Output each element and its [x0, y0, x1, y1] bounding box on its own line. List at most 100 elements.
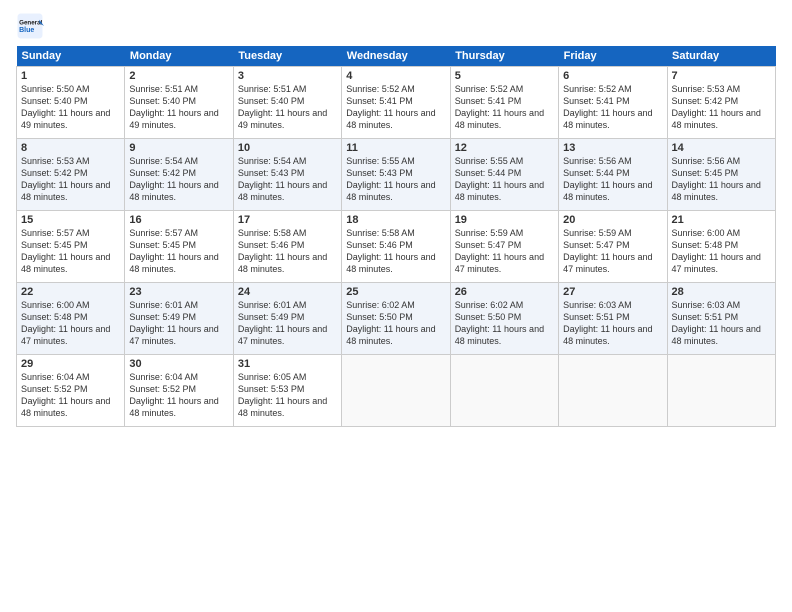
- day-info: Sunrise: 6:03 AM Sunset: 5:51 PM Dayligh…: [563, 299, 662, 348]
- header: General Blue: [16, 12, 776, 40]
- day-number: 18: [346, 214, 445, 226]
- day-number: 5: [455, 70, 554, 82]
- col-header-thursday: Thursday: [450, 46, 558, 67]
- day-cell: 29 Sunrise: 6:04 AM Sunset: 5:52 PM Dayl…: [17, 355, 125, 427]
- svg-text:General: General: [19, 19, 42, 26]
- sunset-label: Sunset: 5:45 PM: [129, 240, 196, 250]
- day-number: 9: [129, 142, 228, 154]
- sunset-label: Sunset: 5:52 PM: [21, 384, 88, 394]
- col-header-friday: Friday: [559, 46, 667, 67]
- day-cell: 7 Sunrise: 5:53 AM Sunset: 5:42 PM Dayli…: [667, 67, 775, 139]
- sunrise-label: Sunrise: 5:58 AM: [238, 228, 307, 238]
- daylight-label: Daylight: 11 hours and 47 minutes.: [455, 252, 544, 274]
- day-number: 30: [129, 358, 228, 370]
- day-info: Sunrise: 6:05 AM Sunset: 5:53 PM Dayligh…: [238, 371, 337, 420]
- sunrise-label: Sunrise: 6:03 AM: [563, 300, 632, 310]
- sunrise-label: Sunrise: 6:00 AM: [672, 228, 741, 238]
- day-cell: 22 Sunrise: 6:00 AM Sunset: 5:48 PM Dayl…: [17, 283, 125, 355]
- daylight-label: Daylight: 11 hours and 48 minutes.: [129, 396, 218, 418]
- day-cell: [559, 355, 667, 427]
- week-row-1: 1 Sunrise: 5:50 AM Sunset: 5:40 PM Dayli…: [17, 67, 776, 139]
- day-cell: 15 Sunrise: 5:57 AM Sunset: 5:45 PM Dayl…: [17, 211, 125, 283]
- day-cell: 25 Sunrise: 6:02 AM Sunset: 5:50 PM Dayl…: [342, 283, 450, 355]
- daylight-label: Daylight: 11 hours and 49 minutes.: [129, 108, 218, 130]
- sunset-label: Sunset: 5:48 PM: [672, 240, 739, 250]
- sunrise-label: Sunrise: 5:54 AM: [238, 156, 307, 166]
- day-info: Sunrise: 5:50 AM Sunset: 5:40 PM Dayligh…: [21, 83, 120, 132]
- sunset-label: Sunset: 5:43 PM: [346, 168, 413, 178]
- day-cell: 27 Sunrise: 6:03 AM Sunset: 5:51 PM Dayl…: [559, 283, 667, 355]
- day-cell: 24 Sunrise: 6:01 AM Sunset: 5:49 PM Dayl…: [233, 283, 341, 355]
- day-number: 8: [21, 142, 120, 154]
- sunset-label: Sunset: 5:41 PM: [346, 96, 413, 106]
- sunset-label: Sunset: 5:51 PM: [563, 312, 630, 322]
- day-cell: 9 Sunrise: 5:54 AM Sunset: 5:42 PM Dayli…: [125, 139, 233, 211]
- sunrise-label: Sunrise: 5:52 AM: [563, 84, 632, 94]
- week-row-2: 8 Sunrise: 5:53 AM Sunset: 5:42 PM Dayli…: [17, 139, 776, 211]
- day-cell: [667, 355, 775, 427]
- sunrise-label: Sunrise: 5:52 AM: [455, 84, 524, 94]
- day-info: Sunrise: 5:54 AM Sunset: 5:43 PM Dayligh…: [238, 155, 337, 204]
- col-header-wednesday: Wednesday: [342, 46, 450, 67]
- day-info: Sunrise: 5:58 AM Sunset: 5:46 PM Dayligh…: [238, 227, 337, 276]
- day-number: 2: [129, 70, 228, 82]
- daylight-label: Daylight: 11 hours and 49 minutes.: [238, 108, 327, 130]
- sunset-label: Sunset: 5:49 PM: [238, 312, 305, 322]
- day-cell: 30 Sunrise: 6:04 AM Sunset: 5:52 PM Dayl…: [125, 355, 233, 427]
- day-info: Sunrise: 5:52 AM Sunset: 5:41 PM Dayligh…: [346, 83, 445, 132]
- sunset-label: Sunset: 5:46 PM: [346, 240, 413, 250]
- day-info: Sunrise: 6:02 AM Sunset: 5:50 PM Dayligh…: [455, 299, 554, 348]
- sunrise-label: Sunrise: 6:01 AM: [129, 300, 198, 310]
- daylight-label: Daylight: 11 hours and 48 minutes.: [346, 252, 435, 274]
- day-number: 11: [346, 142, 445, 154]
- day-info: Sunrise: 5:56 AM Sunset: 5:44 PM Dayligh…: [563, 155, 662, 204]
- sunrise-label: Sunrise: 5:55 AM: [346, 156, 415, 166]
- day-number: 26: [455, 286, 554, 298]
- sunset-label: Sunset: 5:52 PM: [129, 384, 196, 394]
- week-row-3: 15 Sunrise: 5:57 AM Sunset: 5:45 PM Dayl…: [17, 211, 776, 283]
- day-number: 7: [672, 70, 771, 82]
- sunset-label: Sunset: 5:43 PM: [238, 168, 305, 178]
- day-number: 29: [21, 358, 120, 370]
- daylight-label: Daylight: 11 hours and 48 minutes.: [455, 108, 544, 130]
- sunrise-label: Sunrise: 5:56 AM: [672, 156, 741, 166]
- sunrise-label: Sunrise: 6:02 AM: [455, 300, 524, 310]
- day-info: Sunrise: 5:55 AM Sunset: 5:43 PM Dayligh…: [346, 155, 445, 204]
- daylight-label: Daylight: 11 hours and 48 minutes.: [21, 396, 110, 418]
- day-info: Sunrise: 5:56 AM Sunset: 5:45 PM Dayligh…: [672, 155, 771, 204]
- daylight-label: Daylight: 11 hours and 48 minutes.: [238, 396, 327, 418]
- day-number: 6: [563, 70, 662, 82]
- daylight-label: Daylight: 11 hours and 48 minutes.: [129, 180, 218, 202]
- page: General Blue SundayMondayTuesdayWednesda…: [0, 0, 792, 435]
- sunset-label: Sunset: 5:50 PM: [346, 312, 413, 322]
- daylight-label: Daylight: 11 hours and 48 minutes.: [455, 180, 544, 202]
- day-cell: [450, 355, 558, 427]
- sunrise-label: Sunrise: 5:51 AM: [238, 84, 307, 94]
- daylight-label: Daylight: 11 hours and 47 minutes.: [238, 324, 327, 346]
- sunrise-label: Sunrise: 6:01 AM: [238, 300, 307, 310]
- day-cell: 4 Sunrise: 5:52 AM Sunset: 5:41 PM Dayli…: [342, 67, 450, 139]
- week-row-5: 29 Sunrise: 6:04 AM Sunset: 5:52 PM Dayl…: [17, 355, 776, 427]
- sunset-label: Sunset: 5:47 PM: [563, 240, 630, 250]
- day-number: 17: [238, 214, 337, 226]
- day-info: Sunrise: 5:51 AM Sunset: 5:40 PM Dayligh…: [238, 83, 337, 132]
- header-row: SundayMondayTuesdayWednesdayThursdayFrid…: [17, 46, 776, 67]
- day-cell: 20 Sunrise: 5:59 AM Sunset: 5:47 PM Dayl…: [559, 211, 667, 283]
- sunset-label: Sunset: 5:42 PM: [21, 168, 88, 178]
- daylight-label: Daylight: 11 hours and 48 minutes.: [346, 324, 435, 346]
- day-info: Sunrise: 5:57 AM Sunset: 5:45 PM Dayligh…: [21, 227, 120, 276]
- sunrise-label: Sunrise: 5:57 AM: [129, 228, 198, 238]
- sunrise-label: Sunrise: 5:59 AM: [563, 228, 632, 238]
- day-number: 10: [238, 142, 337, 154]
- day-info: Sunrise: 5:53 AM Sunset: 5:42 PM Dayligh…: [672, 83, 771, 132]
- daylight-label: Daylight: 11 hours and 48 minutes.: [21, 252, 110, 274]
- day-cell: 12 Sunrise: 5:55 AM Sunset: 5:44 PM Dayl…: [450, 139, 558, 211]
- day-cell: 26 Sunrise: 6:02 AM Sunset: 5:50 PM Dayl…: [450, 283, 558, 355]
- sunset-label: Sunset: 5:53 PM: [238, 384, 305, 394]
- daylight-label: Daylight: 11 hours and 48 minutes.: [455, 324, 544, 346]
- day-cell: 14 Sunrise: 5:56 AM Sunset: 5:45 PM Dayl…: [667, 139, 775, 211]
- day-number: 4: [346, 70, 445, 82]
- day-info: Sunrise: 5:58 AM Sunset: 5:46 PM Dayligh…: [346, 227, 445, 276]
- day-cell: 3 Sunrise: 5:51 AM Sunset: 5:40 PM Dayli…: [233, 67, 341, 139]
- week-row-4: 22 Sunrise: 6:00 AM Sunset: 5:48 PM Dayl…: [17, 283, 776, 355]
